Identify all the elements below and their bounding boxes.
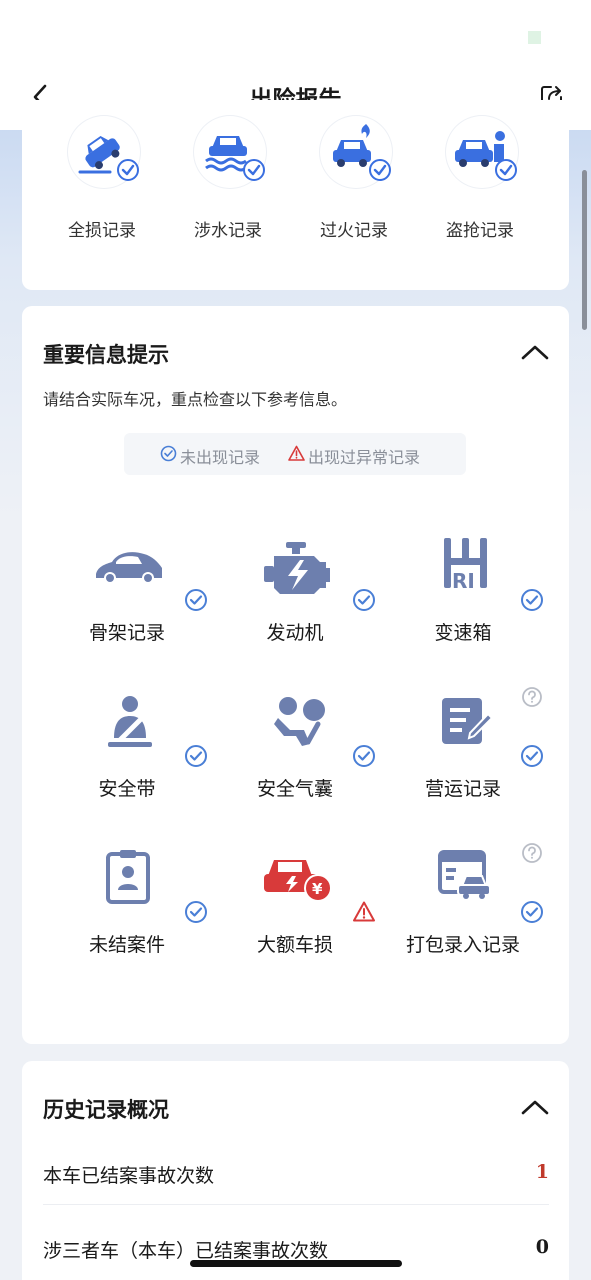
status-indicator (528, 31, 541, 44)
pending-case-icon (106, 850, 150, 904)
legend-warn: 出现过异常记录 (288, 444, 420, 468)
record-label: 盗抢记录 (446, 221, 514, 241)
airbag-icon (274, 697, 325, 746)
info-item-seatbelt[interactable]: 安全带 (52, 694, 220, 824)
warning-triangle-icon (353, 901, 375, 922)
info-item-gearbox[interactable]: RI 变速箱 (388, 538, 556, 668)
question-circle-icon[interactable] (521, 842, 543, 864)
history-row[interactable]: 涉三者车（本车）已结案事故次数 0 (43, 1224, 549, 1280)
section-title: 历史记录概况 (43, 1098, 169, 1122)
scrollbar[interactable] (582, 170, 587, 330)
warning-triangle-icon (288, 445, 305, 461)
info-item-operation[interactable]: 营运记录 (388, 687, 556, 824)
section-description: 请结合实际车况，重点检查以下参考信息。 (43, 390, 348, 409)
legend-ok-label: 未出现记录 (180, 448, 261, 467)
car-total-loss-icon (78, 135, 139, 181)
legend: 未出现记录 出现过异常记录 (124, 433, 466, 475)
check-circle-icon (521, 901, 543, 923)
home-indicator (190, 1260, 402, 1267)
record-label: 涉水记录 (194, 221, 262, 241)
info-item-label: 发动机 (266, 622, 324, 644)
status-bar (0, 0, 591, 70)
chevron-up-icon[interactable] (520, 342, 550, 362)
history-row[interactable]: 本车已结案事故次数 1 (43, 1149, 549, 1205)
info-item-label: 安全气囊 (256, 778, 333, 800)
car-flood-icon (205, 136, 265, 181)
check-circle-icon (185, 901, 207, 923)
info-item-label: 未结案件 (88, 934, 165, 956)
history-card: 历史记录概况 本车已结案事故次数 1 涉三者车（本车）已结案事故次数 0 (22, 1061, 569, 1280)
gearbox-icon: RI (444, 538, 487, 593)
history-row-value: 0 (535, 1236, 549, 1258)
info-item-engine[interactable]: 发动机 (220, 538, 388, 668)
check-circle-icon (521, 745, 543, 767)
svg-text:¥: ¥ (312, 880, 323, 898)
history-row-label: 涉三者车（本车）已结案事故次数 (43, 1240, 329, 1262)
chevron-up-icon[interactable] (520, 1097, 550, 1117)
seatbelt-icon (108, 696, 152, 747)
record-summary-card: 全损记录 涉水记录 过火记录 盗抢记录 (22, 100, 569, 290)
check-circle-icon (185, 745, 207, 767)
history-row-label: 本车已结案事故次数 (43, 1165, 215, 1187)
check-circle-icon (353, 745, 375, 767)
record-icon-circle (68, 116, 140, 188)
info-item-pending-case[interactable]: 未结案件 (52, 850, 220, 980)
record-icon-circle (320, 116, 392, 188)
car-frame-icon (96, 552, 162, 584)
legend-ok: 未出现记录 (160, 444, 260, 468)
engine-icon (264, 542, 330, 594)
check-circle-icon (353, 589, 375, 611)
info-item-frame[interactable]: 骨架记录 (52, 538, 220, 668)
svg-text:RI: RI (452, 569, 475, 593)
important-info-card: 重要信息提示 请结合实际车况，重点检查以下参考信息。 未出现记录 出现过异常记录 (22, 306, 569, 1044)
history-row-value: 1 (535, 1161, 549, 1183)
info-item-label: 大额车损 (256, 934, 333, 956)
check-circle-icon (185, 589, 207, 611)
record-icon-circle (194, 116, 266, 188)
info-item-major-damage[interactable]: ¥ 大额车损 (220, 850, 388, 980)
record-label: 过火记录 (320, 221, 388, 241)
info-item-label: 骨架记录 (88, 622, 165, 644)
record-icon-circle (446, 116, 518, 188)
question-circle-icon[interactable] (521, 686, 543, 708)
car-fire-icon (333, 124, 391, 181)
section-title: 重要信息提示 (43, 343, 169, 367)
info-item-label: 打包录入记录 (405, 934, 520, 956)
record-label: 全损记录 (68, 221, 136, 241)
car-theft-icon (455, 131, 517, 181)
info-item-label: 安全带 (98, 778, 156, 800)
info-item-bundle-entry[interactable]: 打包录入记录 (388, 843, 556, 980)
info-item-airbag[interactable]: 安全气囊 (220, 694, 388, 824)
check-circle-icon (521, 589, 543, 611)
check-circle-icon (160, 445, 177, 462)
legend-warn-label: 出现过异常记录 (308, 448, 421, 467)
operation-record-icon (442, 698, 494, 744)
info-item-label: 营运记录 (424, 778, 501, 800)
major-damage-icon: ¥ (264, 860, 332, 902)
info-item-label: 变速箱 (434, 622, 492, 644)
bundle-entry-icon (438, 850, 491, 899)
